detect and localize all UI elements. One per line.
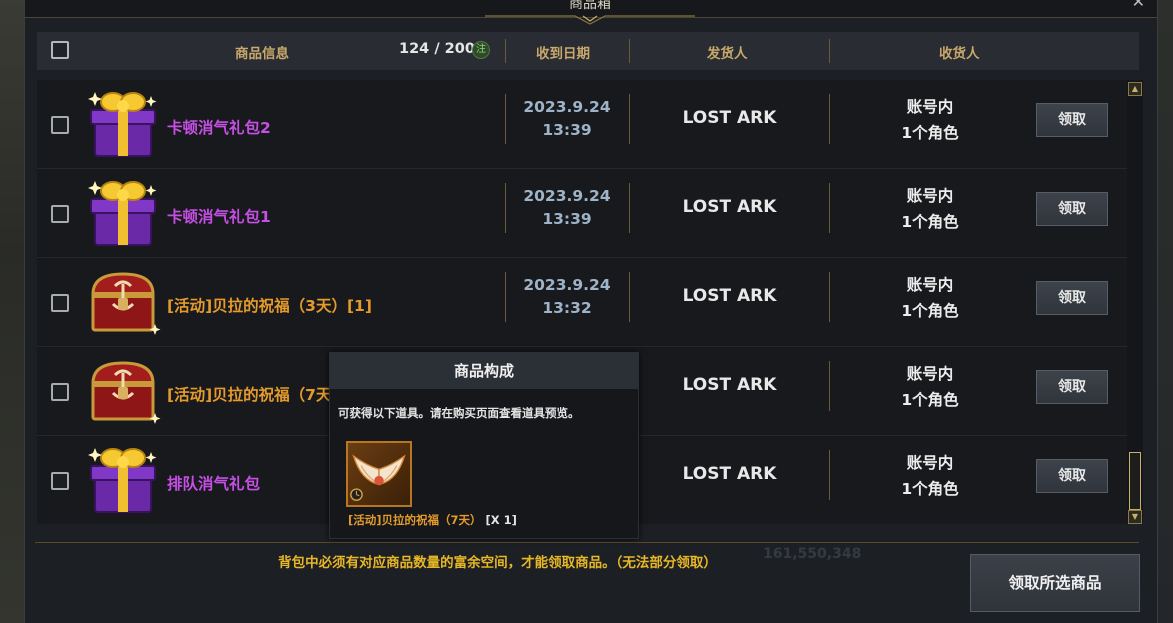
header-divider bbox=[505, 39, 506, 63]
row-checkbox[interactable] bbox=[51, 205, 69, 223]
item-name: [活动]贝拉的祝福（7天 bbox=[167, 386, 332, 404]
column-divider bbox=[829, 272, 830, 322]
item-count: 124 / 200 bbox=[399, 41, 475, 57]
claim-button[interactable]: 领取 bbox=[1036, 459, 1108, 493]
row-checkbox[interactable] bbox=[51, 472, 69, 490]
tooltip-item: [活动]贝拉的祝福（7天） [X 1] bbox=[348, 512, 517, 528]
treasure-chest-icon bbox=[91, 361, 161, 424]
receiver: 账号内 1个角色 bbox=[901, 187, 959, 231]
received-date: 2023.9.24 13:32 bbox=[523, 276, 611, 317]
claim-selected-button[interactable]: 领取所选商品 bbox=[970, 554, 1140, 612]
sender: LOST ARK bbox=[682, 375, 777, 395]
item-name: 卡顿消气礼包2 bbox=[167, 119, 271, 137]
game-background-left bbox=[0, 0, 24, 623]
product-box-window: 商品箱 ✕ 161,550,348 商品信息 124 / 200 注 收到日期 … bbox=[24, 0, 1158, 623]
tooltip-description: 可获得以下道具。请在购买页面查看道具预览。 bbox=[338, 406, 580, 420]
sender: LOST ARK bbox=[682, 108, 777, 128]
column-divider bbox=[829, 94, 830, 144]
table-header: 商品信息 124 / 200 注 收到日期 发货人 收货人 bbox=[37, 32, 1139, 70]
tooltip-item-name: [活动]贝拉的祝福（7天） bbox=[348, 513, 482, 527]
gift-box-icon bbox=[88, 92, 157, 157]
receiver: 账号内 1个角色 bbox=[901, 98, 959, 142]
item-name: 排队消气礼包 bbox=[167, 475, 261, 493]
sender: LOST ARK bbox=[682, 286, 777, 306]
receiver: 账号内 1个角色 bbox=[901, 276, 959, 320]
item-composition-tooltip: 商品构成 可获得以下道具。请在购买页面查看道具预览。 [活动]贝拉的祝福（7天）… bbox=[329, 352, 639, 539]
list-item: 卡顿消气礼包1 2023.9.24 13:39 LOST ARK 账号内 1个角色 … bbox=[37, 169, 1127, 258]
item-name: 卡顿消气礼包1 bbox=[167, 208, 271, 226]
claim-button[interactable]: 领取 bbox=[1036, 103, 1108, 137]
close-icon[interactable]: ✕ bbox=[1132, 0, 1145, 11]
header-date: 收到日期 bbox=[536, 46, 590, 62]
header-receiver: 收货人 bbox=[939, 46, 980, 62]
claim-button[interactable]: 领取 bbox=[1036, 281, 1108, 315]
title-bar[interactable]: 商品箱 ✕ bbox=[25, 0, 1157, 25]
scroll-up-icon[interactable]: ▲ bbox=[1128, 82, 1142, 96]
column-divider bbox=[629, 272, 630, 322]
inventory-notice: 背包中必须有对应商品数量的富余空间，才能领取商品。（无法部分领取） bbox=[278, 555, 717, 571]
wings-icon bbox=[346, 441, 412, 507]
sender: LOST ARK bbox=[682, 464, 777, 484]
gift-box-icon bbox=[88, 448, 157, 513]
gift-box-icon bbox=[88, 181, 157, 246]
claim-button[interactable]: 领取 bbox=[1036, 192, 1108, 226]
header-sender: 发货人 bbox=[707, 46, 748, 62]
row-checkbox[interactable] bbox=[51, 116, 69, 134]
column-divider bbox=[829, 450, 830, 500]
column-divider bbox=[829, 361, 830, 411]
received-date: 2023.9.24 13:39 bbox=[523, 98, 611, 139]
column-divider bbox=[829, 183, 830, 233]
window-title: 商品箱 bbox=[569, 0, 611, 12]
header-divider bbox=[629, 39, 630, 63]
claim-button[interactable]: 领取 bbox=[1036, 370, 1108, 404]
screen: 商品箱 ✕ 161,550,348 商品信息 124 / 200 注 收到日期 … bbox=[0, 0, 1173, 623]
tooltip-title: 商品构成 bbox=[330, 353, 638, 389]
list-item: 卡顿消气礼包2 2023.9.24 13:39 LOST ARK 账号内 1个角色 … bbox=[37, 80, 1127, 169]
column-divider bbox=[629, 94, 630, 144]
header-divider bbox=[829, 39, 830, 63]
scroll-down-icon[interactable]: ▼ bbox=[1128, 510, 1142, 524]
column-divider bbox=[629, 183, 630, 233]
item-name: [活动]贝拉的祝福（3天）[1] bbox=[167, 297, 372, 315]
received-date: 2023.9.24 13:39 bbox=[523, 187, 611, 228]
sender: LOST ARK bbox=[682, 197, 777, 217]
row-checkbox[interactable] bbox=[51, 383, 69, 401]
treasure-chest-icon bbox=[91, 272, 161, 335]
row-checkbox[interactable] bbox=[51, 294, 69, 312]
list-item: [活动]贝拉的祝福（3天）[1] 2023.9.24 13:32 LOST ARK… bbox=[37, 258, 1127, 347]
receiver: 账号内 1个角色 bbox=[901, 454, 959, 498]
scrollbar[interactable]: ▲ ▼ bbox=[1127, 80, 1143, 524]
select-all-checkbox[interactable] bbox=[51, 41, 69, 59]
receiver: 账号内 1个角色 bbox=[901, 365, 959, 409]
header-item-info: 商品信息 bbox=[235, 46, 289, 62]
scroll-thumb[interactable] bbox=[1129, 452, 1141, 510]
tooltip-item-qty: [X 1] bbox=[485, 513, 517, 527]
title-ornament-icon bbox=[485, 15, 695, 25]
footer-divider bbox=[35, 542, 1139, 543]
note-icon[interactable]: 注 bbox=[472, 41, 490, 59]
